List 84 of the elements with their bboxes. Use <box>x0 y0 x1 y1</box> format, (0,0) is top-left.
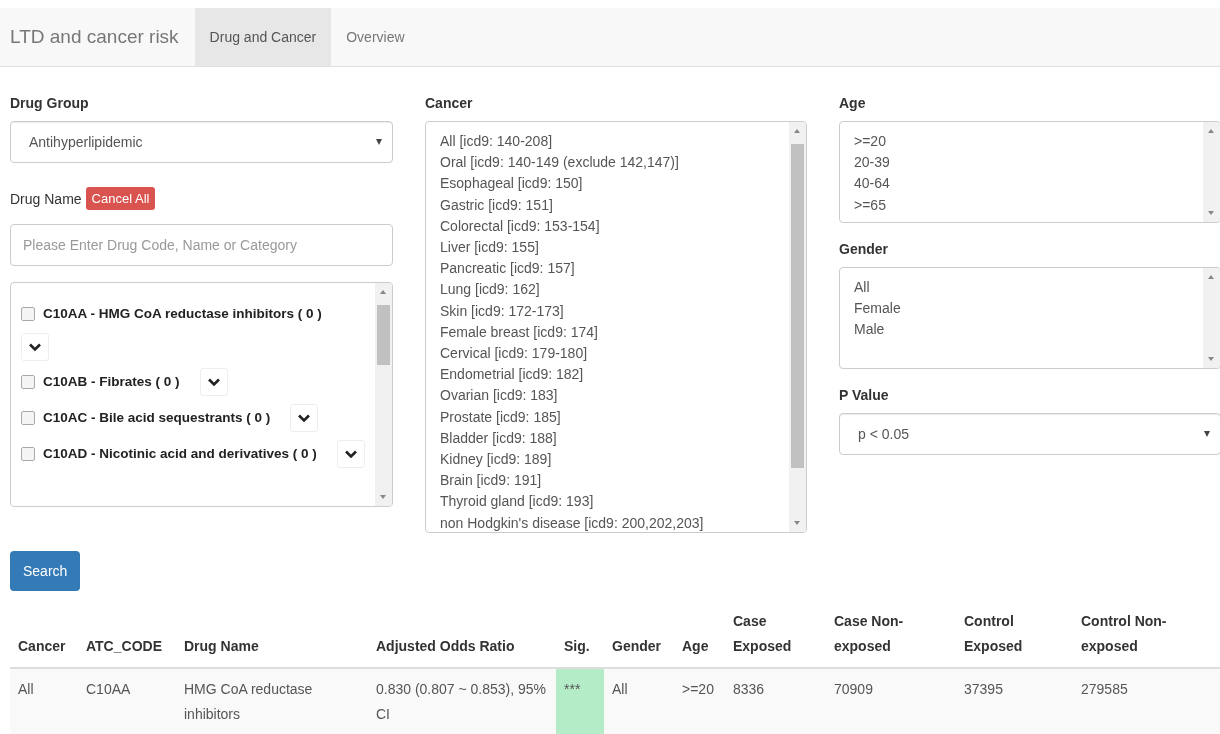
cancel-all-button[interactable]: Cancel All <box>85 187 156 210</box>
list-option[interactable]: All <box>854 277 1189 299</box>
chevron-down-icon <box>344 449 357 459</box>
list-option[interactable]: All [icd9: 140-208] <box>440 131 775 153</box>
checkbox[interactable] <box>21 375 35 389</box>
checkbox[interactable] <box>21 411 35 425</box>
list-option[interactable]: Female breast [icd9: 174] <box>440 321 775 344</box>
brand-title[interactable]: LTD and cancer risk <box>10 26 179 48</box>
table-cell: HMG CoA reductase inhibitors <box>176 668 368 734</box>
scrollbar[interactable] <box>375 283 392 506</box>
column-header: Age <box>682 638 709 654</box>
list-option[interactable]: Kidney [icd9: 189] <box>440 449 775 471</box>
column-header: Control Exposed <box>964 613 1023 654</box>
list-option[interactable]: Oral [icd9: 140-149 (exclude 142,147)] <box>440 152 775 174</box>
scrollbar[interactable] <box>1203 268 1220 368</box>
list-option[interactable]: Endometrial [icd9: 182] <box>440 364 775 386</box>
list-option[interactable]: 20-39 <box>854 152 1189 174</box>
nav-tab[interactable]: Drug and Cancer <box>194 8 332 66</box>
expand-button[interactable] <box>336 440 365 468</box>
table-cell: 8336 <box>725 668 826 734</box>
chevron-down-icon <box>298 413 311 423</box>
table-cell: All <box>604 668 674 734</box>
list-option[interactable]: Bladder [icd9: 188] <box>440 427 775 450</box>
drug-item-label[interactable]: C10AC - Bile acid sequestrants ( 0 ) <box>43 403 271 433</box>
list-option[interactable]: >=20 <box>854 131 1189 153</box>
scrollbar[interactable] <box>1203 122 1220 222</box>
column-header: Sig. <box>564 638 590 654</box>
list-option[interactable]: non Hodgkin's disease [icd9: 200,202,203] <box>440 512 775 532</box>
table-cell: 279585 <box>1073 668 1220 734</box>
caret-icon <box>1204 431 1210 437</box>
expand-button[interactable] <box>199 368 228 396</box>
column-header: Control Non-exposed <box>1081 613 1167 654</box>
chevron-down-icon <box>207 377 220 387</box>
field-label: Drug Name <box>10 190 82 207</box>
nav-tab[interactable]: Overview <box>331 8 420 66</box>
table-cell: 0.830 (0.807 ~ 0.853), 95% CI <box>368 668 556 734</box>
column-header: Case Non-exposed <box>834 613 904 654</box>
field-label: P Value <box>839 387 889 403</box>
list-option[interactable]: Colorectal [icd9: 153-154] <box>440 215 775 237</box>
checkbox[interactable] <box>21 447 35 461</box>
table-cell: >=20 <box>674 668 725 734</box>
list-option[interactable]: Thyroid gland [icd9: 193] <box>440 491 775 513</box>
drug-item-label[interactable]: C10AB - Fibrates ( 0 ) <box>43 367 180 397</box>
expand-button[interactable] <box>290 404 319 432</box>
column-header: Case Exposed <box>733 613 792 654</box>
list-option[interactable]: Gastric [icd9: 151] <box>440 194 775 216</box>
scrollbar[interactable] <box>789 122 806 532</box>
list-option[interactable]: Cervical [icd9: 179-180] <box>440 343 775 365</box>
column-header: Drug Name <box>184 638 259 654</box>
drug-group-select[interactable]: Antihyperlipidemic <box>10 121 393 163</box>
list-option[interactable]: Lung [icd9: 162] <box>440 279 775 301</box>
expand-button[interactable] <box>21 333 49 361</box>
field-label: Age <box>839 95 866 111</box>
list-option[interactable]: >=65 <box>854 194 1189 216</box>
chevron-down-icon <box>29 342 41 352</box>
drug-search-field[interactable]: Please Enter Drug Code, Name or Category <box>10 224 393 266</box>
list-option[interactable]: Male <box>854 319 1189 341</box>
table-cell: All <box>10 668 78 734</box>
column-header: Cancer <box>18 638 66 654</box>
table-cell: 37395 <box>956 668 1073 734</box>
field-label: Cancer <box>425 95 473 111</box>
field-label: Gender <box>839 241 888 257</box>
table-cell: C10AA <box>78 668 176 734</box>
list-option[interactable]: Pancreatic [icd9: 157] <box>440 258 775 280</box>
list-option[interactable]: Skin [icd9: 172-173] <box>440 300 775 322</box>
column-header: Adjusted Odds Ratio <box>376 638 515 654</box>
list-option[interactable]: Brain [icd9: 191] <box>440 470 775 492</box>
p-value-select[interactable]: p < 0.05 <box>839 413 1220 455</box>
list-option[interactable]: Prostate [icd9: 185] <box>440 406 775 428</box>
caret-icon <box>376 139 382 145</box>
list-option[interactable]: Ovarian [icd9: 183] <box>440 385 775 407</box>
list-option[interactable]: Female <box>854 298 1189 320</box>
table-cell: 70909 <box>826 668 956 734</box>
search-button[interactable]: Search <box>10 551 81 591</box>
checkbox[interactable] <box>21 307 35 321</box>
column-header: Gender <box>612 638 661 654</box>
field-label: Drug Group <box>10 95 89 111</box>
list-option[interactable]: 40-64 <box>854 173 1189 195</box>
column-header: ATC_CODE <box>86 638 162 654</box>
drug-item-label[interactable]: C10AA - HMG CoA reductase inhibitors ( 0 ) <box>43 299 322 329</box>
list-option[interactable]: Liver [icd9: 155] <box>440 237 775 259</box>
significance-cell: *** <box>556 668 604 734</box>
list-option[interactable]: Esophageal [icd9: 150] <box>440 173 775 195</box>
drug-item-label[interactable]: C10AD - Nicotinic acid and derivatives ( 0 ) <box>43 439 317 469</box>
